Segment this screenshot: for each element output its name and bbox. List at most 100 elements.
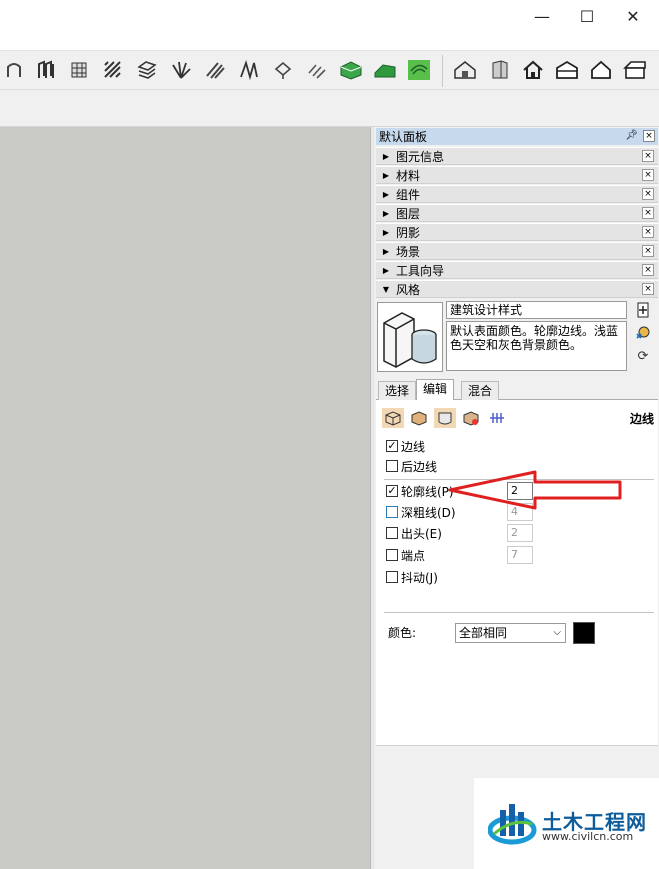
tab-select[interactable]: 选择: [378, 381, 417, 401]
section-instructor[interactable]: ▶ 工具向导 ×: [376, 261, 658, 279]
title-bar: — ☐ ✕: [0, 0, 659, 34]
section-close-icon[interactable]: ×: [642, 226, 654, 238]
contour-tool-icon[interactable]: [406, 57, 432, 83]
drape-tool-icon[interactable]: [270, 57, 296, 83]
expand-arrow-icon: ▶: [382, 265, 390, 275]
style-description-field[interactable]: 默认表面颜色。轮廓边线。浅蓝色天空和灰色背景颜色。: [446, 321, 627, 371]
section-styles[interactable]: ▼ 风格 ×: [376, 280, 658, 298]
expand-arrow-icon: ▶: [382, 151, 390, 161]
watermark-url: www.civilcn.com: [542, 830, 634, 843]
section-label: 工具向导: [396, 263, 445, 278]
house-roof-icon[interactable]: [622, 57, 648, 83]
edges-checkbox[interactable]: ✓: [386, 440, 398, 452]
section-label: 风格: [396, 282, 421, 297]
option-endpoints[interactable]: 端点: [386, 546, 425, 564]
watermark-logo-icon: [488, 804, 537, 845]
color-mode-select[interactable]: 全部相同 ⌵: [455, 623, 566, 643]
modeling-settings-icon[interactable]: [486, 408, 508, 428]
house-garage-icon[interactable]: [554, 57, 580, 83]
terrain-green-icon[interactable]: [338, 57, 364, 83]
style-name-field[interactable]: 建筑设计样式: [446, 301, 627, 319]
annotation-arrow-icon: [448, 470, 622, 510]
refresh-icon[interactable]: ⟳: [634, 347, 652, 365]
section-label: 阴影: [396, 225, 421, 240]
warehouse-icon[interactable]: [452, 57, 478, 83]
extension-input[interactable]: 2: [507, 524, 533, 542]
hatch-block-icon[interactable]: [100, 57, 126, 83]
secondary-toolbar: [0, 90, 659, 127]
door-icon[interactable]: [487, 57, 513, 83]
section-label: 组件: [396, 187, 421, 202]
section-close-icon[interactable]: ×: [642, 169, 654, 181]
color-mode-value: 全部相同: [459, 626, 508, 640]
pin-icon[interactable]: 📌︎: [625, 130, 638, 141]
section-layers[interactable]: ▶ 图层 ×: [376, 204, 658, 222]
update-style-icon[interactable]: [634, 323, 652, 341]
drawing-canvas[interactable]: [0, 127, 370, 869]
style-tabs: 选择 编辑 混合: [376, 379, 658, 401]
grid-wall-icon[interactable]: [66, 57, 92, 83]
option-label: 端点: [401, 548, 426, 563]
section-label: 材料: [396, 168, 421, 183]
depth-cue-checkbox[interactable]: [386, 506, 398, 518]
stripes-tool-icon[interactable]: [202, 57, 228, 83]
face-settings-icon[interactable]: [408, 408, 430, 428]
option-edges[interactable]: ✓ 边线: [386, 437, 425, 455]
option-extension[interactable]: 出头(E): [386, 524, 442, 542]
category-title: 边线: [629, 412, 654, 426]
endpoints-checkbox[interactable]: [386, 549, 398, 561]
section-scenes[interactable]: ▶ 场景 ×: [376, 242, 658, 260]
tray-title-bar: 默认面板 📌︎ ×: [376, 128, 658, 145]
close-button[interactable]: ✕: [610, 2, 656, 30]
jitter-checkbox[interactable]: [386, 571, 398, 583]
watermark-settings-icon[interactable]: [460, 408, 482, 428]
maximize-button[interactable]: ☐: [564, 2, 610, 30]
edge-settings-icon[interactable]: [382, 408, 404, 428]
expand-arrow-icon: ▶: [382, 246, 390, 256]
style-preview: 建筑设计样式 默认表面颜色。轮廓边线。浅蓝色天空和灰色背景颜色。 ⟳: [376, 299, 658, 379]
section-shadows[interactable]: ▶ 阴影 ×: [376, 223, 658, 241]
toolbar-separator: [442, 55, 443, 87]
section-close-icon[interactable]: ×: [642, 188, 654, 200]
option-label: 出头(E): [401, 526, 442, 541]
house-icon[interactable]: [520, 57, 546, 83]
tray-close-icon[interactable]: ×: [643, 130, 655, 142]
edit-settings: 边线 ✓ 边线 后边线 ✓ 轮廓线(P) 2 深粗线(D) 4 出头(E) 2 …: [376, 400, 658, 750]
collapse-arrow-icon: ▼: [382, 284, 390, 294]
section-close-icon[interactable]: ×: [642, 245, 654, 257]
section-close-icon[interactable]: ×: [642, 150, 654, 162]
minimize-button[interactable]: —: [519, 2, 565, 30]
chevron-down-icon: ⌵: [553, 627, 561, 638]
tab-mix[interactable]: 混合: [461, 381, 500, 401]
option-label: 抖动(J): [401, 570, 438, 585]
stair-tool-icon[interactable]: [34, 57, 60, 83]
sandbox-tool-icon[interactable]: [2, 57, 28, 83]
create-style-icon[interactable]: [634, 301, 652, 319]
section-close-icon[interactable]: ×: [642, 207, 654, 219]
extension-checkbox[interactable]: [386, 527, 398, 539]
tab-edit[interactable]: 编辑: [416, 379, 455, 401]
profiles-checkbox[interactable]: ✓: [386, 485, 398, 497]
smoove-tool-icon[interactable]: [304, 57, 330, 83]
background-settings-icon[interactable]: [434, 408, 456, 428]
fan-tool-icon[interactable]: [168, 57, 194, 83]
terrain-stamp-icon[interactable]: [372, 57, 398, 83]
back-edges-checkbox[interactable]: [386, 460, 398, 472]
section-materials[interactable]: ▶ 材料 ×: [376, 166, 658, 184]
divider: [384, 612, 654, 613]
section-components[interactable]: ▶ 组件 ×: [376, 185, 658, 203]
house-outline-icon[interactable]: [588, 57, 614, 83]
tray-title: 默认面板: [379, 130, 428, 144]
section-close-icon[interactable]: ×: [642, 283, 654, 295]
layers-stack-icon[interactable]: [134, 57, 160, 83]
endpoints-input[interactable]: 7: [507, 546, 533, 564]
section-close-icon[interactable]: ×: [642, 264, 654, 276]
expand-arrow-icon: ▶: [382, 189, 390, 199]
expand-arrow-icon: ▶: [382, 227, 390, 237]
watermark: 土木工程网 www.civilcn.com: [474, 778, 659, 869]
color-swatch[interactable]: [573, 622, 595, 644]
toolbar: [0, 50, 659, 90]
section-entity-info[interactable]: ▶ 图元信息 ×: [376, 147, 658, 165]
zigzag-tool-icon[interactable]: [236, 57, 262, 83]
option-jitter[interactable]: 抖动(J): [386, 568, 438, 586]
